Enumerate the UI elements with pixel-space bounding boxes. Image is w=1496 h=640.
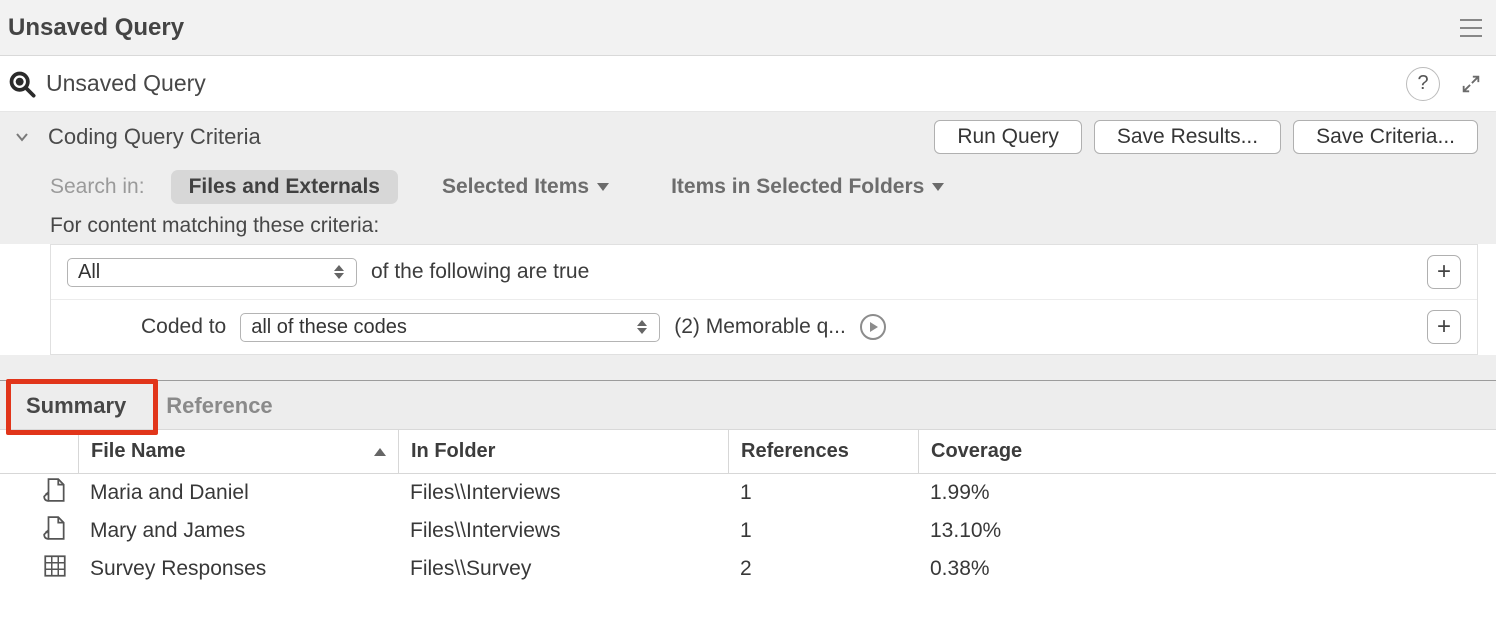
cell-references: 1 (728, 481, 918, 505)
criteria-all-select-value: All (78, 261, 100, 284)
cell-coverage: 0.38% (918, 557, 1496, 581)
criteria-row-2: Coded to all of these codes (2) Memorabl… (51, 299, 1477, 354)
col-file-name[interactable]: File Name (78, 430, 398, 473)
search-scope-selected-items[interactable]: Selected Items (424, 170, 627, 204)
magnifier-icon (8, 70, 36, 98)
cell-coverage: 1.99% (918, 481, 1496, 505)
save-criteria-button[interactable]: Save Criteria... (1293, 120, 1478, 154)
col-file-name-label: File Name (91, 440, 185, 463)
document-icon (42, 515, 68, 541)
help-button[interactable]: ? (1406, 67, 1440, 101)
table-header: File Name In Folder References Coverage (0, 430, 1496, 474)
search-in-row: Search in: Files and Externals Selected … (0, 160, 1496, 214)
table-row[interactable]: Survey ResponsesFiles\\Survey20.38% (0, 550, 1496, 588)
caret-down-icon (932, 183, 944, 191)
query-title: Unsaved Query (46, 70, 206, 97)
collapse-chevron-icon[interactable] (14, 129, 30, 145)
search-scope-selected-label: Selected Items (442, 175, 589, 199)
col-coverage[interactable]: Coverage (918, 430, 1496, 473)
dataset-icon (42, 553, 68, 579)
cell-folder: Files\\Interviews (398, 519, 728, 543)
caret-down-icon (597, 183, 609, 191)
hamburger-menu-icon[interactable] (1460, 19, 1482, 37)
stepper-icon (635, 320, 649, 334)
add-criteria-button[interactable]: + (1427, 255, 1461, 289)
cell-coverage: 13.10% (918, 519, 1496, 543)
cell-file-name: Mary and James (78, 519, 398, 543)
tab-summary[interactable]: Summary (6, 381, 146, 429)
col-references[interactable]: References (728, 430, 918, 473)
criteria-content-label: For content matching these criteria: (0, 214, 1496, 244)
cell-file-name: Maria and Daniel (78, 481, 398, 505)
criteria-row1-suffix: of the following are true (371, 260, 589, 284)
run-query-button[interactable]: Run Query (934, 120, 1082, 154)
criteria-all-select[interactable]: All (67, 258, 357, 287)
document-icon (42, 477, 68, 503)
cell-references: 2 (728, 557, 918, 581)
coded-to-label: Coded to (141, 315, 226, 339)
go-arrow-icon[interactable] (860, 314, 886, 340)
window-title: Unsaved Query (8, 14, 184, 42)
criteria-title: Coding Query Criteria (48, 124, 261, 150)
sub-header: Unsaved Query ? (0, 56, 1496, 112)
search-scope-selected-folders[interactable]: Items in Selected Folders (653, 170, 962, 204)
tab-reference[interactable]: Reference (146, 381, 292, 429)
coded-to-select-value: all of these codes (251, 316, 407, 339)
save-results-button[interactable]: Save Results... (1094, 120, 1281, 154)
stepper-icon (332, 265, 346, 279)
table-row[interactable]: Maria and DanielFiles\\Interviews11.99% (0, 474, 1496, 512)
sort-asc-icon (374, 448, 386, 456)
result-tabs: Summary Reference (0, 381, 1496, 430)
cell-references: 1 (728, 519, 918, 543)
titlebar: Unsaved Query (0, 0, 1496, 56)
cell-folder: Files\\Survey (398, 557, 728, 581)
criteria-row-1: All of the following are true + (51, 245, 1477, 299)
expand-icon[interactable] (1460, 73, 1482, 95)
coded-to-select[interactable]: all of these codes (240, 313, 660, 342)
search-in-label: Search in: (50, 175, 145, 199)
results-table: File Name In Folder References Coverage … (0, 430, 1496, 588)
search-scope-folders-label: Items in Selected Folders (671, 175, 924, 199)
codes-summary: (2) Memorable q... (674, 315, 846, 339)
cell-folder: Files\\Interviews (398, 481, 728, 505)
table-row[interactable]: Mary and JamesFiles\\Interviews113.10% (0, 512, 1496, 550)
search-scope-files[interactable]: Files and Externals (171, 170, 398, 204)
criteria-panel: All of the following are true + Coded to… (50, 244, 1478, 355)
cell-file-name: Survey Responses (78, 557, 398, 581)
criteria-header: Coding Query Criteria Run Query Save Res… (0, 112, 1496, 160)
col-in-folder[interactable]: In Folder (398, 430, 728, 473)
add-subcriteria-button[interactable]: + (1427, 310, 1461, 344)
